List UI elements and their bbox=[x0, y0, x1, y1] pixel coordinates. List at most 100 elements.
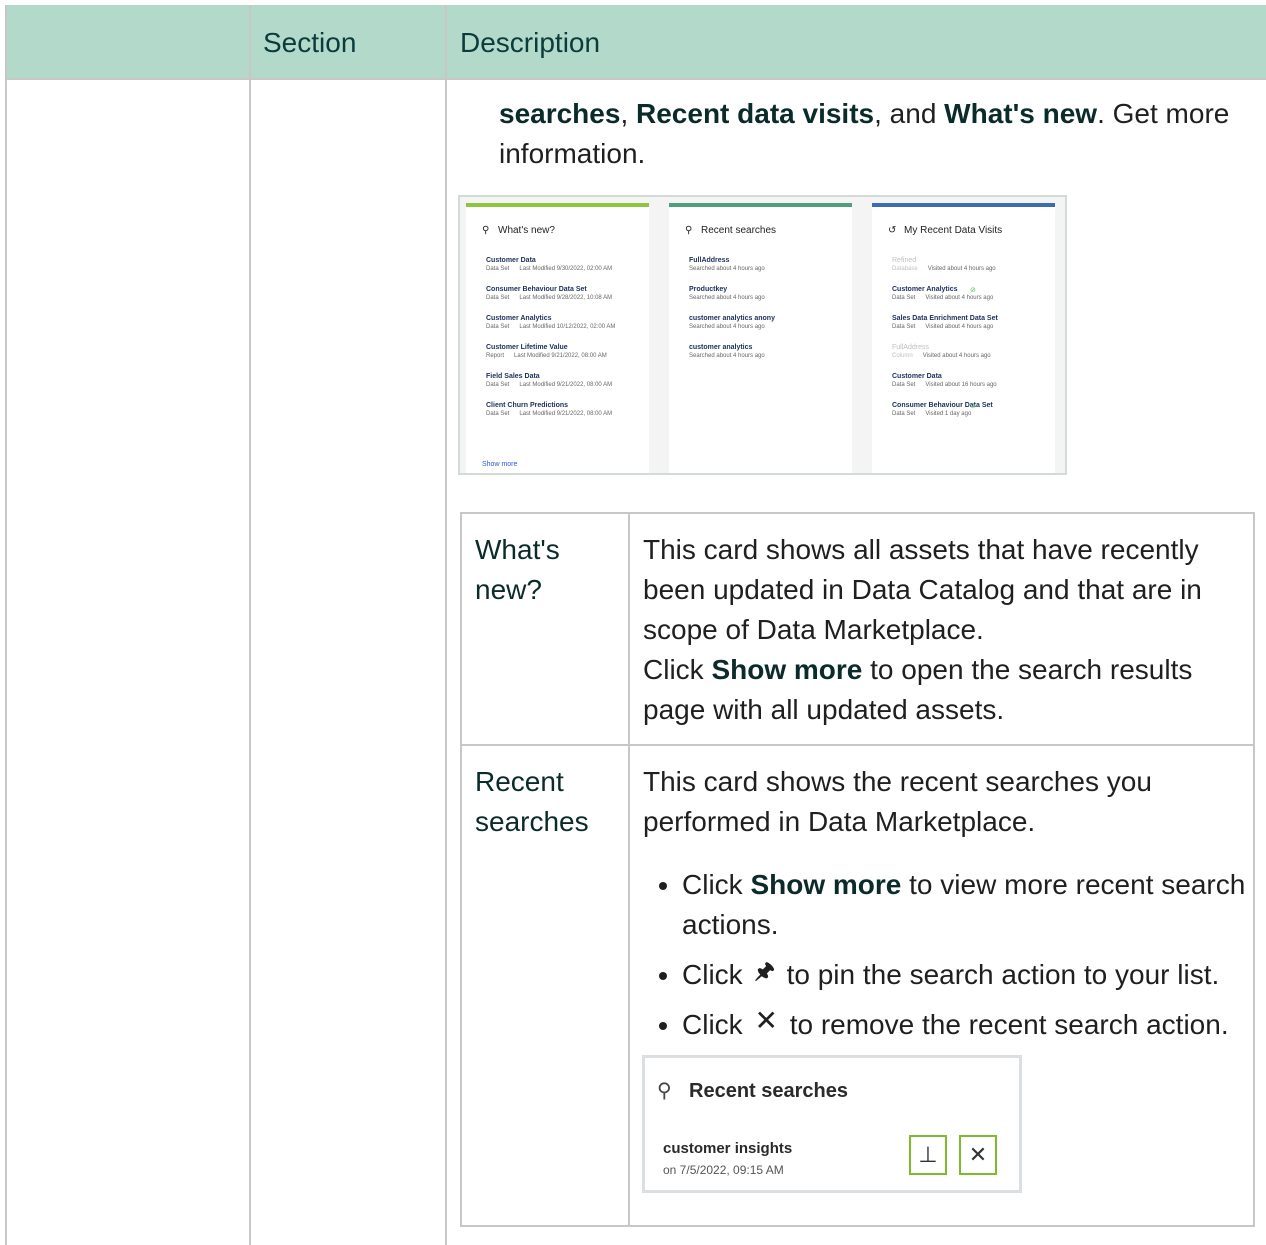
row-desc-recent-searches: This card shows the recent searches you … bbox=[643, 766, 1152, 837]
item-meta: Data Set Last Modified 9/21/2022, 08:00 A… bbox=[486, 382, 636, 388]
recent-searches-card: ⚲ Recent searches FullAddress Searched abo… bbox=[669, 203, 852, 473]
item-name: Customer Lifetime Value bbox=[486, 344, 568, 351]
text: to pin the search action to your list. bbox=[778, 959, 1220, 990]
item-name: Customer Data bbox=[892, 373, 942, 380]
list-item[interactable]: Customer Data Data Set Last Modified 9/30/… bbox=[486, 257, 636, 272]
item-date: Visited 1 day ago bbox=[925, 411, 972, 417]
item-meta: Searched about 4 hours ago bbox=[689, 324, 765, 330]
item-date: Visited about 16 hours ago bbox=[925, 382, 997, 388]
item-date: Last Modified 9/30/2022, 02:00 AM bbox=[519, 266, 613, 272]
cards-table: What's new? This card shows all assets t… bbox=[460, 512, 1255, 1227]
text: , and bbox=[874, 98, 945, 129]
item-name: Productkey bbox=[689, 286, 728, 293]
item-name: customer analytics anony bbox=[689, 315, 775, 322]
item-meta: Column Visited about 4 hours ago bbox=[892, 353, 1042, 359]
link-recent-data-visits[interactable]: Recent data visits bbox=[636, 98, 874, 129]
text: This card shows all assets that have rec… bbox=[643, 534, 1202, 645]
item-date: Last Modified 9/21/2022, 08:00 AM bbox=[519, 382, 613, 388]
rocket-icon: ⚲ bbox=[482, 225, 490, 236]
list-item[interactable]: Client Churn Predictions Data Set Last Mod… bbox=[486, 402, 636, 417]
list-item[interactable]: Refined Database Visited about 4 hours ago bbox=[892, 257, 1042, 272]
recent-searches-example: ⚲ Recent searches customer insights on 7… bbox=[642, 1055, 1022, 1193]
list-item[interactable]: Consumer Behaviour Data Set ⊘ Data Set Vis… bbox=[892, 402, 1042, 417]
list-item[interactable]: Productkey Searched about 4 hours ago bbox=[689, 286, 839, 301]
certified-icon: ⊘ bbox=[970, 287, 976, 294]
item-meta: Data Set Visited about 4 hours ago bbox=[892, 324, 1042, 330]
item-type: Report bbox=[486, 353, 505, 359]
item-date: Last Modified 10/12/2022, 02:00 AM bbox=[519, 324, 616, 330]
link-searches[interactable]: searches bbox=[499, 98, 620, 129]
item-name: FullAddress bbox=[892, 344, 929, 351]
text: Click bbox=[643, 654, 712, 685]
close-icon: ✕ bbox=[754, 1005, 778, 1036]
remove-button[interactable]: ✕ bbox=[959, 1135, 997, 1175]
item-type: Data Set bbox=[486, 382, 510, 388]
pin-button[interactable]: ⊥ bbox=[909, 1135, 947, 1175]
item-date: Last Modified 9/21/2022, 08:00 AM bbox=[514, 353, 607, 359]
item-meta: Data Set Visited about 16 hours ago bbox=[892, 382, 1042, 388]
item-type: Data Set bbox=[486, 266, 510, 272]
item-name: Customer Data bbox=[486, 257, 536, 264]
item-date: Visited about 4 hours ago bbox=[922, 353, 991, 359]
card-title: ⚲ Recent searches bbox=[685, 225, 776, 236]
item-date: Visited about 4 hours ago bbox=[925, 295, 994, 301]
history-icon: ↺ bbox=[888, 225, 897, 236]
list-item[interactable]: Customer Analytics Data Set Last Modified … bbox=[486, 315, 636, 330]
list-item[interactable]: FullAddress Column Visited about 4 hours a… bbox=[892, 344, 1042, 359]
item-meta: Data Set Visited 1 day ago bbox=[892, 411, 1042, 417]
link-whats-new[interactable]: What's new bbox=[944, 98, 1097, 129]
list-item[interactable]: Sales Data Enrichment Data Set Data Set Vi… bbox=[892, 315, 1042, 330]
show-more-link[interactable]: Show more bbox=[482, 461, 517, 468]
item-type: Database bbox=[892, 266, 918, 272]
pin-icon: ⊥ bbox=[918, 1142, 938, 1167]
list-item[interactable]: Consumer Behaviour Data Set Data Set Last … bbox=[486, 286, 636, 301]
row-label-whats-new: What's new? bbox=[475, 534, 560, 605]
table-header bbox=[5, 5, 1266, 79]
card-title: ⚲ What's new? bbox=[482, 225, 555, 236]
card-accent bbox=[669, 203, 852, 207]
item-meta: Searched about 4 hours ago bbox=[689, 295, 765, 301]
text-bold: Show more bbox=[750, 869, 902, 900]
item-meta: Data Set Last Modified 9/28/2022, 10:08 A… bbox=[486, 295, 636, 301]
card-title: ↺ My Recent Data Visits bbox=[888, 225, 1002, 236]
list-item[interactable]: Customer Lifetime Value Report Last Modifi… bbox=[486, 344, 636, 359]
header-section: Section bbox=[263, 27, 357, 58]
divider bbox=[628, 514, 630, 1225]
item-date: Last Modified 9/28/2022, 10:08 AM bbox=[519, 295, 613, 301]
item-type: Data Set bbox=[486, 295, 510, 301]
divider bbox=[462, 744, 1253, 746]
item-name: FullAddress bbox=[689, 257, 730, 264]
text: Click bbox=[682, 959, 751, 990]
card-accent bbox=[466, 203, 649, 207]
item-meta: Report Last Modified 9/21/2022, 08:00 AM bbox=[486, 353, 636, 359]
list-item[interactable]: Customer Analytics ⊘ Data Set Visited abou… bbox=[892, 286, 1042, 301]
list-item[interactable]: customer analytics anony Searched about 4… bbox=[689, 315, 839, 330]
item-meta: Data Set Visited about 4 hours ago bbox=[892, 295, 1042, 301]
item-date: Visited about 4 hours ago bbox=[925, 324, 994, 330]
item-type: Data Set bbox=[892, 411, 916, 417]
search-query[interactable]: customer insights bbox=[663, 1140, 792, 1157]
bullet-list: Click Show more to view more recent sear… bbox=[652, 865, 1262, 1051]
row-desc-whats-new: This card shows all assets that have rec… bbox=[643, 530, 1243, 730]
item-type: Data Set bbox=[892, 324, 916, 330]
item-name: Consumer Behaviour Data Set bbox=[486, 286, 587, 293]
example-title: Recent searches bbox=[689, 1080, 848, 1102]
title-text: What's new? bbox=[498, 225, 555, 236]
item-meta: Searched about 4 hours ago bbox=[689, 353, 765, 359]
intro-text: searches, Recent data visits, and What's… bbox=[499, 94, 1239, 174]
card-accent bbox=[872, 203, 1055, 207]
divider bbox=[5, 5, 7, 1245]
text: , bbox=[620, 98, 636, 129]
list-item[interactable]: Customer Data Data Set Visited about 16 ho… bbox=[892, 373, 1042, 388]
row-label-recent-searches: Recent searches bbox=[475, 766, 589, 837]
divider bbox=[249, 5, 251, 1245]
item-date: Last Modified 9/21/2022, 08:00 AM bbox=[519, 411, 613, 417]
item-type: Data Set bbox=[486, 324, 510, 330]
list-item[interactable]: Field Sales Data Data Set Last Modified 9/… bbox=[486, 373, 636, 388]
item-name: Refined bbox=[892, 257, 917, 264]
list-item[interactable]: customer analytics Searched about 4 hours… bbox=[689, 344, 839, 359]
divider bbox=[5, 78, 1266, 80]
item-meta: Searched about 4 hours ago bbox=[689, 266, 765, 272]
list-item[interactable]: FullAddress Searched about 4 hours ago bbox=[689, 257, 839, 272]
item-name: Client Churn Predictions bbox=[486, 402, 569, 409]
